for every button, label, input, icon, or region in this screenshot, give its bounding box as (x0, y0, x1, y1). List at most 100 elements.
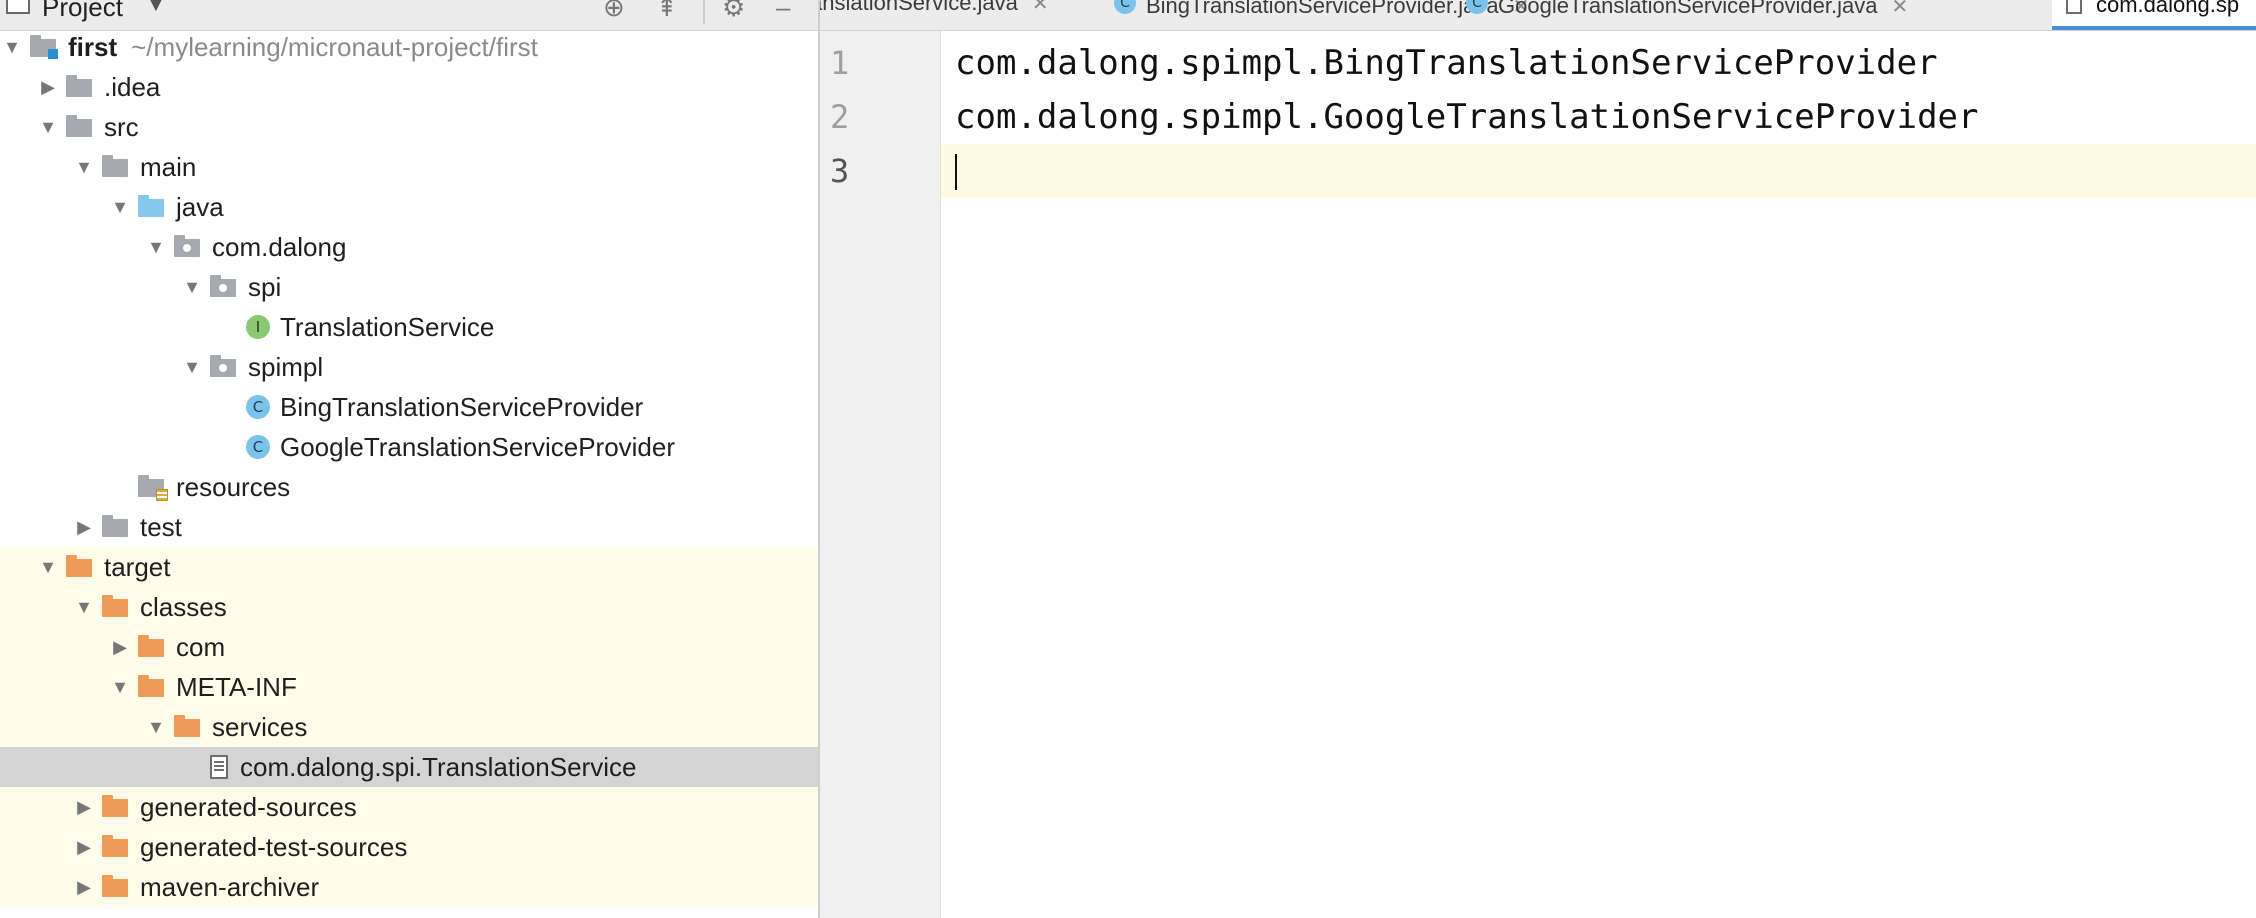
tree-item-label: com (176, 627, 225, 667)
tree-item-spimpl[interactable]: ▼ spimpl (0, 347, 818, 387)
tree-item-classes[interactable]: ▼ classes (0, 587, 818, 627)
tree-item-bing-provider[interactable]: C BingTranslationServiceProvider (0, 387, 818, 427)
expand-arrow-right-icon[interactable]: ▶ (72, 507, 96, 547)
tree-item-meta-inf[interactable]: ▼ META-INF (0, 667, 818, 707)
editor-tab[interactable]: C GoogleTranslationServiceProvider.java ✕ (1452, 0, 2052, 30)
tree-item-label: src (104, 107, 139, 147)
expand-arrow-down-icon[interactable]: ▼ (180, 347, 204, 387)
resources-folder-icon (138, 475, 168, 501)
editor-tab-label: BingTranslationServiceProvider.java (1146, 0, 1499, 18)
tree-item-text: TranslationService (280, 312, 495, 342)
tree-item-first[interactable]: ▼ first ~/mylearning/micronaut-project/fir… (0, 27, 818, 67)
tree-item-spi-file[interactable]: com.dalong.spi.TranslationService (0, 747, 818, 787)
expand-arrow-down-icon[interactable]: ▼ (108, 667, 132, 707)
expand-arrow-down-icon[interactable]: ▼ (72, 147, 96, 187)
tree-item-text: META-INF (176, 672, 297, 702)
locate-icon[interactable]: ⊕ (603, 0, 625, 22)
tree-item-resources[interactable]: resources (0, 467, 818, 507)
code-editor[interactable]: com.dalong.spimpl.BingTranslationService… (941, 31, 2256, 918)
expand-arrow-right-icon[interactable]: ▶ (72, 867, 96, 907)
expand-arrow-down-icon[interactable]: ▼ (72, 587, 96, 627)
excluded-folder-icon (138, 675, 164, 697)
expand-arrow-down-icon[interactable]: ▼ (180, 267, 204, 307)
collapse-all-icon[interactable]: ⇞ (656, 0, 678, 22)
tree-item-main[interactable]: ▼ main (0, 147, 818, 187)
tree-item-maven-archiver[interactable]: ▶ maven-archiver (0, 867, 818, 907)
code-line-text: com.dalong.spimpl.BingTranslationService… (955, 43, 1938, 83)
tree-item-label: generated-test-sources (140, 827, 407, 867)
code-line[interactable] (941, 144, 2256, 198)
chevron-down-icon[interactable]: ▼ (146, 0, 166, 17)
tree-item-text: resources (176, 472, 291, 502)
expand-arrow-down-icon[interactable]: ▼ (108, 187, 132, 227)
code-line[interactable]: com.dalong.spimpl.BingTranslationService… (941, 36, 2256, 90)
tree-item-label: services (212, 707, 307, 747)
tree-item-label: spi (248, 267, 281, 307)
expand-arrow-right-icon[interactable]: ▶ (108, 627, 132, 667)
tree-item-src[interactable]: ▼ src (0, 107, 818, 147)
editor-tab-label: GoogleTranslationServiceProvider.java (1498, 0, 1878, 18)
tree-item-text: test (140, 512, 182, 542)
project-tree: ▼ first ~/mylearning/micronaut-project/fir… (0, 30, 818, 918)
editor-tab-label: com.dalong.sp (2096, 0, 2240, 17)
editor-tab[interactable]: C BingTranslationServiceProvider.java ✕ (1100, 0, 1529, 30)
gear-icon[interactable]: ⚙ (722, 0, 745, 22)
tree-item-target[interactable]: ▼ target (0, 547, 818, 587)
project-panel: Project ▼ ⊕ ⇞ ⚙ – ▼ first ~/mylearning/mic… (0, 0, 820, 918)
tree-item-text: src (104, 112, 139, 142)
tree-item-spi[interactable]: ▼ spi (0, 267, 818, 307)
tree-item-label: spimpl (248, 347, 323, 387)
code-line[interactable]: com.dalong.spimpl.GoogleTranslationServi… (941, 90, 2256, 144)
tree-item-text: spi (248, 272, 282, 302)
expand-arrow-down-icon[interactable]: ▼ (36, 547, 60, 587)
tree-item-label: GoogleTranslationServiceProvider (280, 427, 675, 467)
tree-item-google-provider[interactable]: C GoogleTranslationServiceProvider (0, 427, 818, 467)
editor-tab[interactable]: anslationService.java ✕ (820, 0, 1100, 30)
expand-arrow-right-icon[interactable]: ▶ (72, 827, 96, 867)
expand-arrow-right-icon[interactable]: ▶ (72, 787, 96, 827)
line-number: 1 (830, 44, 850, 82)
tree-item-com-dalong[interactable]: ▼ com.dalong (0, 227, 818, 267)
expand-arrow-down-icon[interactable]: ▼ (144, 227, 168, 267)
editor-tab[interactable]: com.dalong.sp (2052, 0, 2256, 30)
tree-item-com[interactable]: ▶ com (0, 627, 818, 667)
tree-item-java[interactable]: ▼ java (0, 187, 818, 227)
code-line-text: com.dalong.spimpl.GoogleTranslationServi… (955, 97, 1979, 137)
expand-arrow-down-icon[interactable]: ▼ (144, 707, 168, 747)
editor-tab-label: anslationService.java (820, 0, 1018, 15)
expand-arrow-down-icon[interactable]: ▼ (0, 27, 24, 67)
tree-item-text: maven-archiver (140, 872, 320, 902)
class-icon: C (246, 395, 270, 419)
close-tab-icon[interactable]: ✕ (1032, 0, 1049, 15)
tree-item-text: main (140, 152, 197, 182)
tree-item-text: java (176, 192, 224, 222)
project-panel-icon (6, 0, 30, 14)
class-icon: C (1114, 0, 1136, 14)
tree-item-label: maven-archiver (140, 867, 319, 907)
tree-item-generated-test-sources[interactable]: ▶ generated-test-sources (0, 827, 818, 867)
excluded-folder-icon (102, 875, 128, 897)
tree-item-test[interactable]: ▶ test (0, 507, 818, 547)
tree-item-text: .idea (104, 72, 161, 102)
module-path-hint: ~/mylearning/micronaut-project/first (131, 32, 538, 62)
tree-item-text: BingTranslationServiceProvider (280, 392, 644, 422)
project-panel-title[interactable]: Project (42, 0, 123, 23)
tree-item-label: generated-sources (140, 787, 357, 827)
expand-arrow-down-icon[interactable]: ▼ (36, 107, 60, 147)
tree-item-translation-service[interactable]: I TranslationService (0, 307, 818, 347)
module-folder-icon (30, 35, 58, 59)
tree-item-idea[interactable]: ▶ .idea (0, 67, 818, 107)
editor-tab-bar: anslationService.java ✕ C BingTranslationSe… (820, 0, 2256, 31)
close-tab-icon[interactable]: ✕ (1892, 0, 1909, 18)
tree-item-services[interactable]: ▼ services (0, 707, 818, 747)
hide-panel-icon[interactable]: – (776, 0, 790, 22)
tree-item-label: target (104, 547, 171, 587)
tree-item-label: resources (176, 467, 290, 507)
tree-item-label: classes (140, 587, 227, 627)
tree-item-generated-sources[interactable]: ▶ generated-sources (0, 787, 818, 827)
text-file-icon (210, 755, 228, 779)
expand-arrow-right-icon[interactable]: ▶ (36, 67, 60, 107)
excluded-folder-icon (102, 835, 128, 857)
tree-item-label: BingTranslationServiceProvider (280, 387, 643, 427)
tree-item-label: com.dalong.spi.TranslationService (240, 747, 636, 787)
